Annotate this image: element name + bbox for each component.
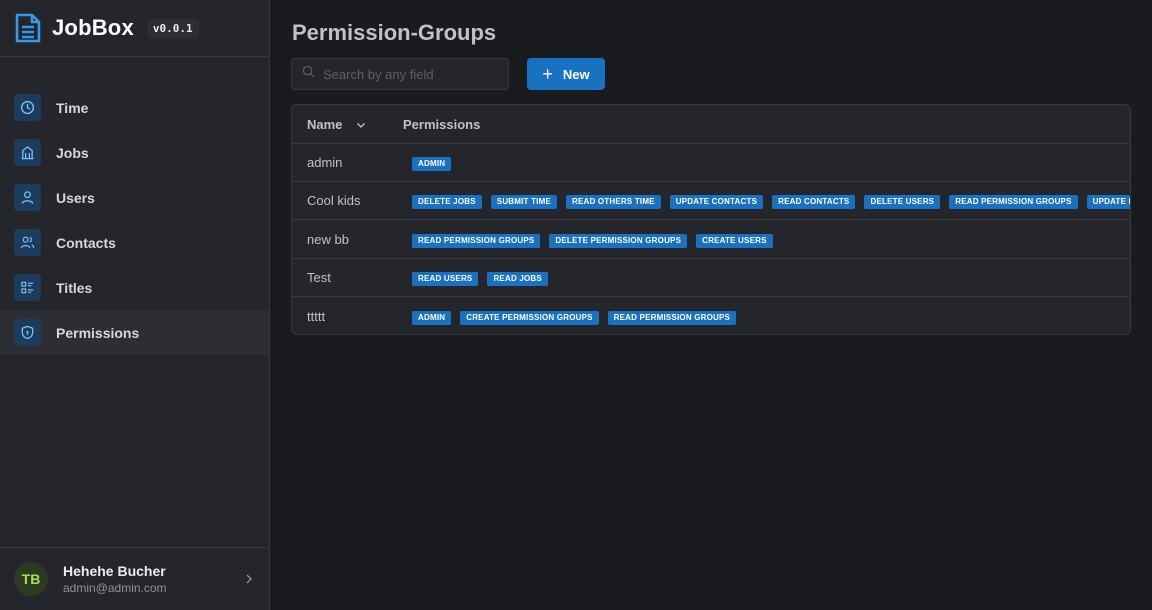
sidebar: JobBox v0.0.1 Time Jobs Users Contacts T…	[0, 0, 270, 610]
permission-badges: ADMIN CREATE PERMISSION GROUPS READ PERMIS…	[412, 310, 745, 325]
user-info: Hehehe Bucher admin@admin.com	[63, 563, 167, 595]
clock-icon	[14, 94, 41, 121]
table-row[interactable]: Cool kids DELETE JOBS SUBMIT TIME READ OTHE…	[292, 182, 1130, 221]
user-email: admin@admin.com	[63, 581, 167, 595]
brand: JobBox v0.0.1	[0, 0, 269, 57]
permission-badge: CREATE PERMISSION GROUPS	[460, 310, 599, 325]
column-header-name[interactable]: Name	[307, 117, 366, 132]
chevron-right-icon	[245, 572, 253, 590]
search-box	[291, 58, 509, 90]
nav-label-jobs: Jobs	[56, 144, 89, 161]
permission-badge: SUBMIT TIME	[490, 195, 557, 210]
row-name: Cool kids	[307, 193, 361, 209]
permission-badge: DELETE JOBS	[412, 195, 482, 210]
nav-item-titles[interactable]: Titles	[0, 265, 269, 310]
version-badge: v0.0.1	[146, 18, 199, 38]
new-button[interactable]: + New	[527, 58, 605, 90]
permission-badge: CREATE USERS	[696, 233, 773, 248]
nav-item-users[interactable]: Users	[0, 175, 269, 220]
page-title: Permission-Groups	[292, 20, 497, 45]
permission-badge: UPDATE CONTACTS	[669, 195, 764, 210]
permission-badges: DELETE JOBS SUBMIT TIME READ OTHERS TIME UP…	[412, 195, 1130, 210]
column-header-permissions: Permissions	[403, 117, 481, 132]
nav-item-jobs[interactable]: Jobs	[0, 130, 269, 175]
row-name: new bb	[307, 231, 349, 247]
table-row[interactable]: new bb READ PERMISSION GROUPS DELETE PERMI…	[292, 221, 1130, 259]
row-name: admin	[307, 155, 343, 170]
nav-label-titles: Titles	[56, 279, 93, 296]
sidebar-nav: Time Jobs Users Contacts Titles Permissi…	[0, 85, 269, 355]
nav-label-time: Time	[56, 99, 89, 116]
row-name: Test	[307, 270, 331, 286]
nav-item-contacts[interactable]: Contacts	[0, 220, 269, 265]
table-row[interactable]: Test READ USERS READ JOBS	[292, 259, 1130, 298]
search-icon	[302, 65, 315, 83]
permission-badge: ADMIN	[412, 157, 452, 171]
table-row[interactable]: ttttt ADMIN CREATE PERMISSION GROUPS READ P…	[292, 298, 1130, 334]
user-icon	[14, 184, 41, 211]
permission-badge: READ PERMISSION GROUPS	[607, 310, 737, 325]
building-icon	[14, 139, 41, 166]
nav-label-contacts: Contacts	[56, 234, 116, 251]
user-name: Hehehe Bucher	[63, 563, 166, 579]
users-icon	[14, 229, 41, 256]
shield-icon	[14, 319, 41, 346]
permission-badges: READ PERMISSION GROUPS DELETE PERMISSION …	[412, 233, 782, 248]
permission-badge: ADMIN	[412, 310, 452, 325]
permission-badge: READ JOBS	[487, 272, 548, 287]
row-name: ttttt	[307, 308, 326, 324]
permission-badge: READ PERMISSION GROUPS	[949, 195, 1078, 210]
search-input[interactable]	[323, 66, 493, 82]
nav-item-time[interactable]: Time	[0, 85, 269, 130]
permission-badge: DELETE PERMISSION GROUPS	[549, 233, 688, 248]
nav-label-users: Users	[56, 189, 95, 206]
permission-groups-table: Name Permissions admin ADMIN Cool kids DELE…	[291, 104, 1131, 335]
permission-badges: READ USERS READ JOBS	[412, 272, 557, 287]
nav-item-permissions[interactable]: Permissions	[0, 310, 269, 355]
permission-badge: DELETE USERS	[864, 195, 941, 210]
permission-badges: ADMIN	[412, 157, 460, 171]
nav-label-permissions: Permissions	[56, 324, 140, 341]
chevron-down-icon	[356, 117, 366, 132]
list-details-icon	[14, 274, 41, 301]
plus-icon: +	[542, 64, 553, 84]
permission-badge: READ PERMISSION GROUPS	[412, 233, 541, 248]
app-name: JobBox	[52, 15, 134, 40]
permission-badge: READ OTHERS TIME	[565, 195, 661, 210]
permission-badge: UPDATE PERMI	[1086, 195, 1130, 210]
table-header: Name Permissions	[292, 105, 1130, 144]
user-menu[interactable]: TB Hehehe Bucher admin@admin.com	[0, 547, 269, 610]
new-button-label: New	[562, 66, 590, 82]
permission-badge: READ USERS	[412, 272, 479, 287]
avatar: TB	[14, 562, 48, 596]
document-logo-icon	[13, 13, 43, 43]
column-name-label: Name	[307, 117, 343, 132]
permission-badge: READ CONTACTS	[772, 195, 856, 210]
table-row[interactable]: admin ADMIN	[292, 144, 1130, 182]
